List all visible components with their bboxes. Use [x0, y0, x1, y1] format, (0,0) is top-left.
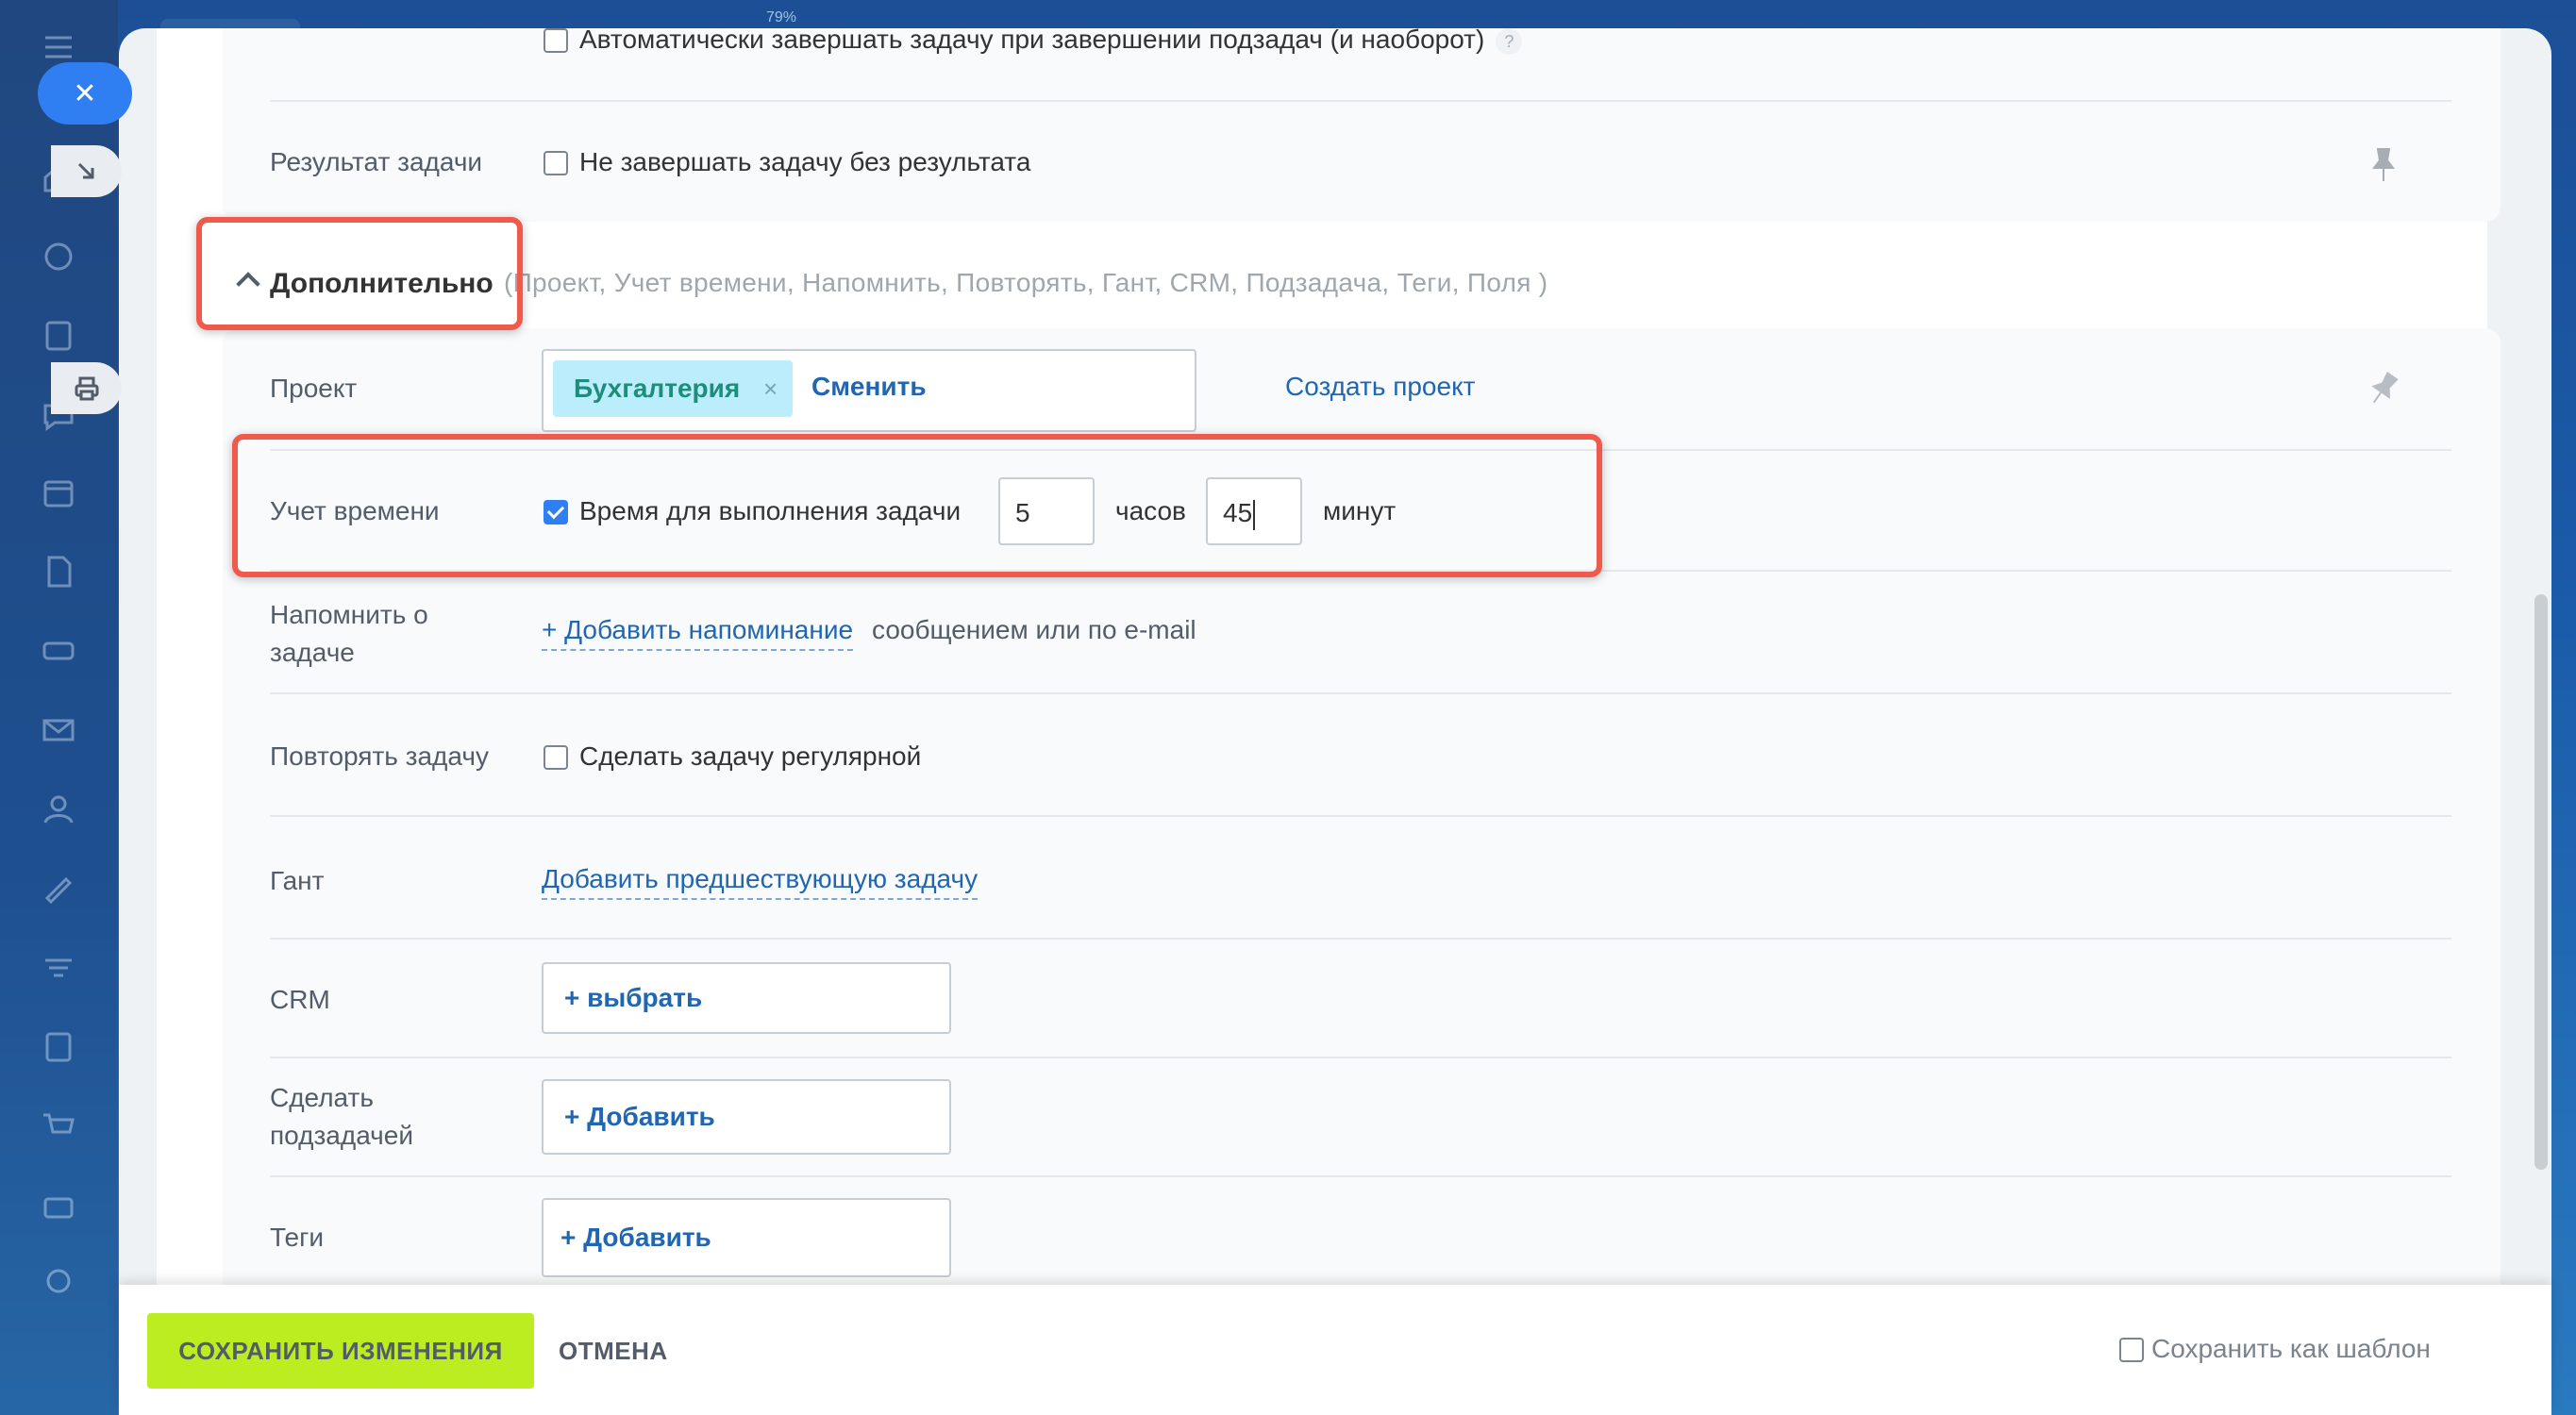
minimize-button[interactable] — [51, 145, 122, 197]
calendar-icon[interactable] — [40, 474, 77, 511]
crm-label: CRM — [270, 985, 330, 1014]
add-reminder-link[interactable]: + Добавить напоминание — [542, 611, 854, 651]
auto-complete-row: Автоматически завершать задачу при завер… — [579, 28, 1523, 58]
close-icon: ✕ — [73, 77, 97, 109]
filter-icon[interactable] — [40, 949, 77, 987]
task-edit-panel: Автоматически завершать задачу при завер… — [119, 28, 2551, 1415]
save-as-template-checkbox[interactable] — [2119, 1338, 2144, 1362]
close-button[interactable]: ✕ — [38, 62, 132, 125]
divider — [270, 938, 2451, 940]
divider — [270, 1175, 2451, 1177]
add-parent-task-button[interactable]: + Добавить — [542, 1079, 951, 1155]
help-icon[interactable]: ? — [1496, 28, 1523, 55]
repeat-label: Повторять задачу — [270, 741, 489, 771]
add-predecessor-link[interactable]: Добавить предшествующую задачу — [542, 860, 979, 900]
project-label: Проект — [270, 374, 358, 403]
add-tag-button[interactable]: + Добавить — [542, 1198, 951, 1277]
gantt-label: Гант — [270, 866, 325, 895]
form-card: Автоматически завершать задачу при завер… — [157, 28, 2501, 1347]
result-label: Результат задачи — [270, 147, 483, 176]
repeat-checkbox-label: Сделать задачу регулярной — [579, 741, 922, 771]
divider — [270, 1057, 2451, 1058]
palette-icon[interactable] — [40, 238, 77, 275]
save-as-template-label: Сохранить как шаблон — [2151, 1334, 2431, 1363]
repeat-checkbox[interactable] — [544, 745, 568, 770]
zoom-label: 79% — [766, 9, 797, 25]
subtask-label-line2: подзадачей — [270, 1121, 413, 1150]
change-project-button[interactable]: Сменить — [811, 372, 927, 402]
divider — [270, 815, 2451, 817]
remind-label-line1: Напомнить о — [270, 600, 428, 629]
checklist-icon[interactable] — [40, 1028, 77, 1066]
subtask-label-line1: Сделать — [270, 1083, 374, 1112]
save-changes-button[interactable]: СОХРАНИТЬ ИЗМЕНЕНИЯ — [147, 1313, 534, 1389]
project-tag: Бухгалтерия × — [553, 360, 794, 417]
mail-icon[interactable] — [40, 711, 77, 749]
news-icon[interactable] — [40, 317, 77, 355]
crm-select-button[interactable]: + выбрать — [542, 962, 951, 1034]
settings-icon[interactable] — [40, 1262, 77, 1300]
auto-complete-label: Автоматически завершать задачу при завер… — [579, 28, 1485, 54]
drive-icon[interactable] — [40, 632, 77, 670]
divider — [270, 100, 2451, 102]
project-selector[interactable]: Бухгалтерия × Сменить — [542, 349, 1196, 432]
cancel-button[interactable]: ОТМЕНА — [559, 1313, 668, 1389]
tags-label: Теги — [270, 1223, 324, 1252]
remove-tag-icon[interactable]: × — [763, 360, 778, 417]
minimize-icon — [77, 162, 93, 178]
pin-icon[interactable] — [2367, 145, 2400, 183]
highlight-time-tracking — [232, 434, 1602, 577]
menu-icon[interactable] — [40, 28, 77, 66]
create-project-link[interactable]: Создать проект — [1285, 368, 1475, 406]
reminder-suffix: сообщением или по e-mail — [872, 615, 1196, 644]
document-icon[interactable] — [40, 553, 77, 591]
briefcase-icon[interactable] — [40, 1187, 77, 1224]
auto-complete-checkbox[interactable] — [544, 28, 568, 53]
app-sidebar — [0, 0, 118, 1415]
project-tag-label: Бухгалтерия — [574, 374, 741, 403]
form-footer: СОХРАНИТЬ ИЗМЕНЕНИЯ ОТМЕНА Сохранить как… — [119, 1285, 2551, 1415]
contacts-icon[interactable] — [40, 791, 77, 828]
print-button[interactable] — [51, 362, 122, 414]
divider — [270, 692, 2451, 694]
print-icon — [75, 376, 98, 400]
remind-label-line2: задаче — [270, 638, 355, 667]
sign-icon[interactable] — [40, 870, 77, 907]
result-required-checkbox[interactable] — [544, 151, 568, 175]
result-required-label: Не завершать задачу без результата — [579, 147, 1031, 176]
scrollbar[interactable] — [2534, 594, 2548, 1170]
highlight-extra-toggle — [196, 217, 523, 330]
cart-icon[interactable] — [40, 1107, 77, 1145]
extra-section-summary[interactable]: (Проект, Учет времени, Напомнить, Повтор… — [504, 268, 1547, 298]
